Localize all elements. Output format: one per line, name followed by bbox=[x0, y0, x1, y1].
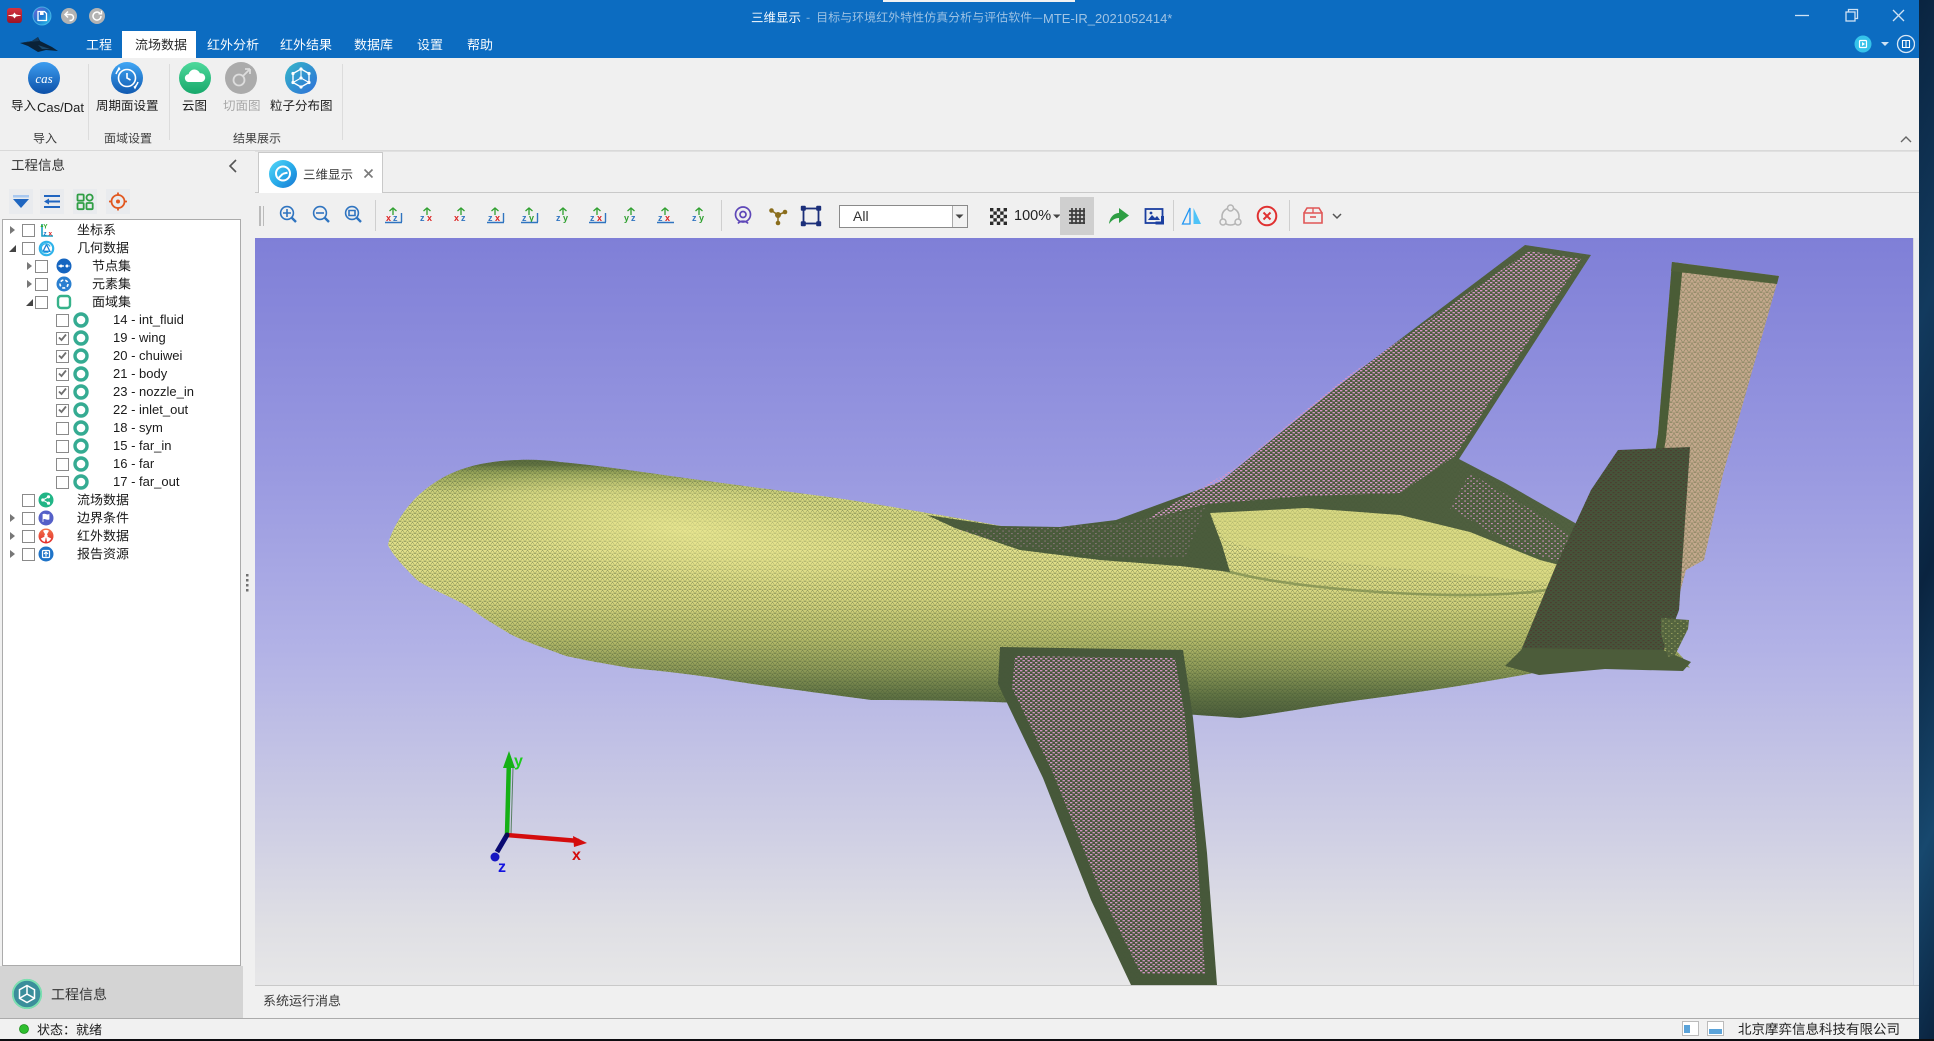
svg-text:cas: cas bbox=[35, 71, 52, 86]
svg-text:z: z bbox=[498, 859, 506, 876]
svg-text:z: z bbox=[522, 213, 527, 223]
svg-text:y: y bbox=[514, 753, 523, 770]
svg-text:z: z bbox=[658, 213, 663, 223]
svg-text:Y: Y bbox=[43, 224, 48, 231]
svg-text:x: x bbox=[597, 213, 602, 223]
svg-text:z: z bbox=[420, 213, 425, 223]
svg-text:z: z bbox=[461, 213, 466, 223]
svg-text:y: y bbox=[699, 213, 704, 223]
svg-text:y: y bbox=[563, 213, 568, 223]
svg-text:x: x bbox=[572, 847, 581, 864]
svg-text:z: z bbox=[590, 213, 595, 223]
svg-text:x: x bbox=[454, 213, 459, 223]
svg-text:z: z bbox=[556, 213, 561, 223]
svg-text:x: x bbox=[386, 213, 391, 223]
svg-text:z: z bbox=[692, 213, 697, 223]
svg-text:y: y bbox=[529, 213, 534, 223]
svg-text:x: x bbox=[665, 213, 670, 223]
svg-text:x: x bbox=[427, 213, 432, 223]
svg-text:z: z bbox=[393, 213, 398, 223]
svg-text:z: z bbox=[488, 213, 493, 223]
svg-text:x: x bbox=[49, 231, 53, 238]
svg-text:x: x bbox=[495, 213, 500, 223]
svg-text:z: z bbox=[631, 213, 636, 223]
svg-text:y: y bbox=[624, 213, 629, 223]
